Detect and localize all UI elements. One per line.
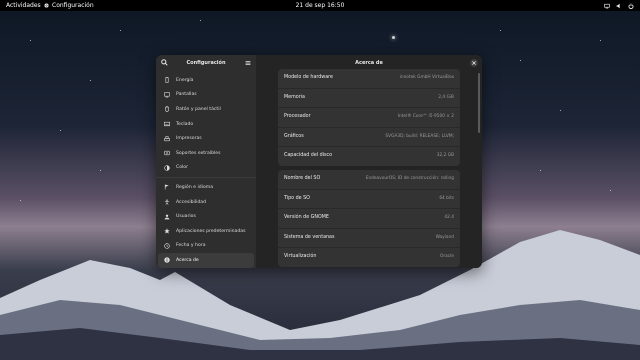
flag-icon <box>164 185 169 190</box>
sidebar-item-acerca[interactable]: Acerca de <box>158 253 254 268</box>
mouse-icon <box>165 106 169 113</box>
hardware-card: Modelo de hardware innotek GmbH VirtualBo… <box>278 69 460 166</box>
network-icon <box>604 3 610 8</box>
sidebar-item-label: Fecha y hora <box>176 243 206 249</box>
settings-window: Configuración Energía Pantallas Ratón y … <box>156 55 482 268</box>
sidebar-title: Configuración <box>186 60 226 66</box>
sidebar-item-label: Accesibilidad <box>176 199 207 205</box>
accessibility-icon <box>164 199 170 205</box>
row-value: 2,4 GiB <box>438 94 454 100</box>
info-row: Procesador Intel® Core™ i5-9500 × 2 <box>278 108 460 128</box>
sidebar-item-accesibilidad[interactable]: Accesibilidad <box>158 195 254 210</box>
sidebar-item-label: Región e idioma <box>176 184 214 190</box>
info-icon <box>164 257 170 264</box>
keyboard-icon <box>164 121 170 127</box>
printer-icon <box>164 135 170 141</box>
power-icon <box>628 3 634 9</box>
sidebar-item-color[interactable]: Color <box>158 161 254 176</box>
sidebar-header: Configuración <box>156 55 256 71</box>
sidebar-item-label: Pantallas <box>176 92 197 98</box>
volume-icon <box>616 3 620 8</box>
gear-icon <box>44 3 49 8</box>
info-row: Memoria 2,4 GiB <box>278 89 460 109</box>
sidebar-item-label: Teclado <box>176 121 194 127</box>
sidebar-item-fecha[interactable]: Fecha y hora <box>158 239 254 254</box>
close-button[interactable] <box>470 59 478 67</box>
info-row: Capacidad del disco 32,2 GB <box>278 147 460 166</box>
row-value: innotek GmbH VirtualBox <box>399 75 454 80</box>
row-label: Virtualización <box>284 254 317 260</box>
sidebar-item-label: Color <box>176 165 188 171</box>
activities-button[interactable]: Actividades <box>6 0 41 11</box>
row-label: Tipo de SO <box>284 195 310 201</box>
sidebar: Configuración Energía Pantallas Ratón y … <box>156 55 256 268</box>
clock-icon <box>164 243 170 249</box>
sidebar-item-label: Energía <box>176 77 194 83</box>
clock[interactable]: 21 de sep 16:50 <box>296 2 345 9</box>
info-row: Sistema de ventanas Wayland <box>278 229 460 249</box>
app-menu-button[interactable]: Configuración <box>44 0 94 11</box>
star-icon <box>164 228 170 234</box>
hamburger-menu-icon[interactable] <box>245 60 251 66</box>
software-card: Nombre del SO EndeavourOS; ID de construc… <box>278 170 460 267</box>
display-icon <box>164 92 170 98</box>
row-label: Modelo de hardware <box>284 75 333 80</box>
sidebar-item-aplicaciones[interactable]: Aplicaciones predeterminadas <box>158 224 254 239</box>
row-label: Sistema de ventanas <box>284 234 335 240</box>
sidebar-item-label: Soportes extraíbles <box>176 150 221 156</box>
sidebar-item-region[interactable]: Región e idioma <box>158 180 254 195</box>
users-icon <box>164 214 170 220</box>
scrollbar[interactable] <box>478 73 480 133</box>
top-bar: Actividades Configuración 21 de sep 16:5… <box>0 0 640 11</box>
row-label: Memoria <box>284 94 305 100</box>
row-label: Capacidad del disco <box>284 153 333 159</box>
row-label: Gráficos <box>284 133 304 139</box>
sidebar-item-soportes[interactable]: Soportes extraíbles <box>158 146 254 161</box>
row-value: Oracle <box>440 254 454 260</box>
info-row: Modelo de hardware innotek GmbH VirtualBo… <box>278 69 460 89</box>
sidebar-divider <box>156 177 256 179</box>
sidebar-item-raton[interactable]: Ratón y panel táctil <box>158 102 254 117</box>
sidebar-item-impresoras[interactable]: Impresoras <box>158 131 254 146</box>
sidebar-item-usuarios[interactable]: Usuarios <box>158 209 254 224</box>
close-icon <box>472 61 476 65</box>
row-value: 32,2 GB <box>436 153 454 159</box>
info-row: Tipo de SO 64 bits <box>278 190 460 210</box>
row-value: SVGA3D; build: RELEASE; LLVM; <box>385 133 454 139</box>
system-tray[interactable] <box>604 0 634 11</box>
row-value: 42.4 <box>444 215 454 221</box>
sidebar-item-label: Acerca de <box>176 257 199 263</box>
sidebar-item-energia[interactable]: Energía <box>158 73 254 88</box>
row-value: 64 bits <box>439 195 454 201</box>
info-row: Virtualización Oracle <box>278 248 460 267</box>
sidebar-list: Energía Pantallas Ratón y panel táctil T… <box>156 73 256 268</box>
color-icon <box>164 165 170 171</box>
main-panel: Acerca de Modelo de hardware innotek GmbH… <box>256 55 482 268</box>
app-menu-label: Configuración <box>52 2 94 9</box>
sidebar-item-pantallas[interactable]: Pantallas <box>158 88 254 103</box>
info-row: Gráficos SVGA3D; build: RELEASE; LLVM; <box>278 128 460 148</box>
battery-icon <box>165 77 169 83</box>
sidebar-item-label: Impresoras <box>176 136 202 142</box>
row-value: EndeavourOS; ID de construcción: rolling <box>365 176 454 181</box>
sidebar-item-label: Ratón y panel táctil <box>176 106 221 112</box>
row-value: Intel® Core™ i5-9500 × 2 <box>397 114 454 120</box>
row-label: Procesador <box>284 114 311 120</box>
row-label: Versión de GNOME <box>284 215 329 221</box>
sidebar-item-label: Usuarios <box>176 214 196 220</box>
sidebar-item-label: Aplicaciones predeterminadas <box>176 228 246 234</box>
media-icon <box>164 151 170 156</box>
info-row: Versión de GNOME 42.4 <box>278 209 460 229</box>
row-value: Wayland <box>435 234 454 240</box>
info-row: Nombre del SO EndeavourOS; ID de construc… <box>278 170 460 190</box>
sidebar-item-teclado[interactable]: Teclado <box>158 117 254 132</box>
row-label: Nombre del SO <box>284 176 321 181</box>
